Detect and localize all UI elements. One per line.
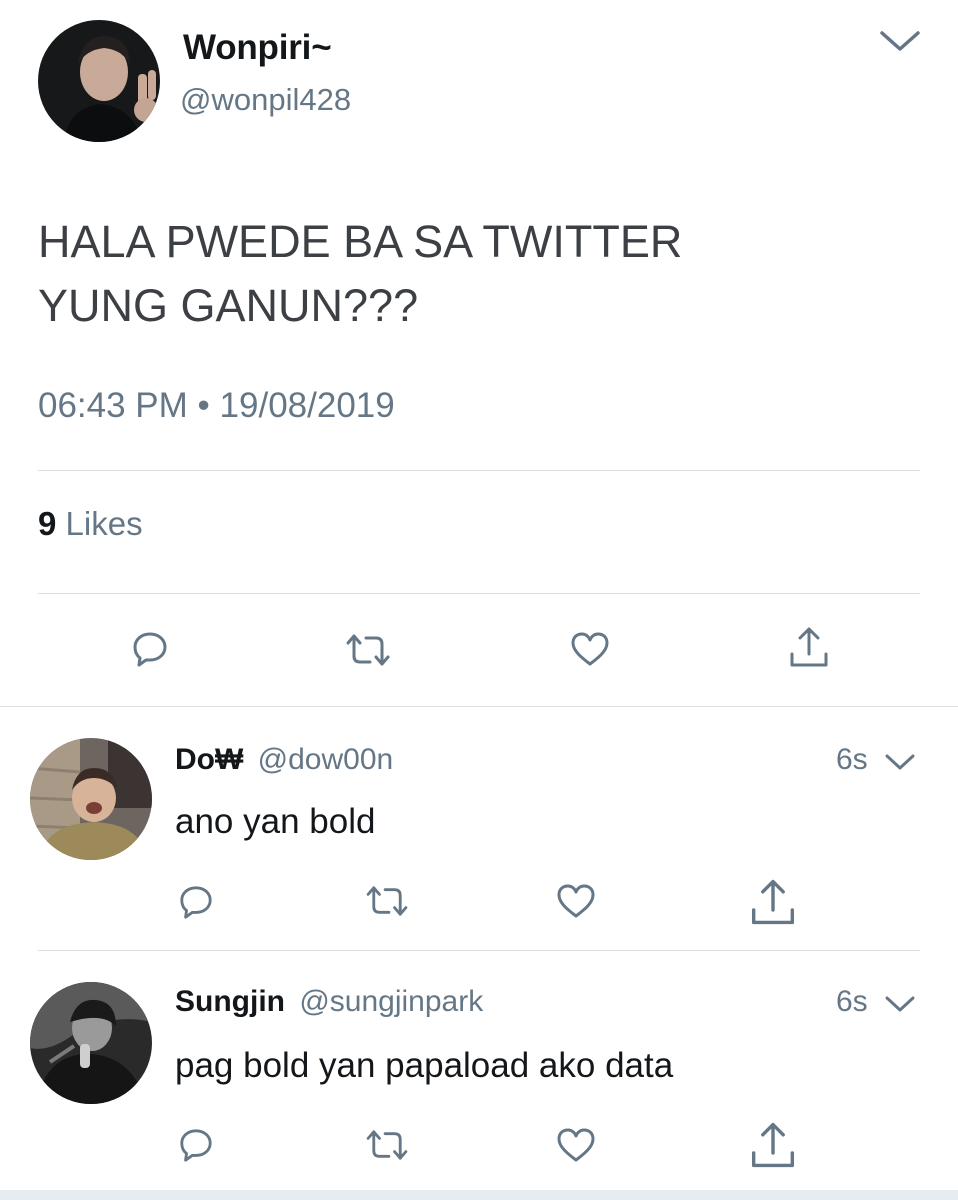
tweet-text: HALA PWEDE BA SA TWITTER YUNG GANUN??? [38,210,918,338]
reply-avatar[interactable] [30,982,152,1104]
retweet-icon[interactable] [364,1128,410,1162]
divider [38,950,920,951]
chevron-down-icon[interactable] [878,28,922,54]
author-name[interactable]: Wonpiri~ [183,28,332,68]
tweet-time: 06:43 PM [38,386,188,425]
author-handle[interactable]: @wonpil428 [180,82,351,118]
reply-time: 6s [836,743,868,776]
share-icon[interactable] [788,625,830,669]
likes-count: 9 [38,505,57,542]
reply-author-handle[interactable]: @dow00n [258,743,394,776]
like-icon[interactable] [556,1127,596,1163]
reply-avatar[interactable] [30,738,152,860]
tweet-date: 19/08/2019 [219,386,395,425]
timestamp-separator: • [197,386,210,425]
divider [38,593,920,594]
divider [0,706,958,707]
likes-label: Likes [65,505,143,542]
like-icon[interactable] [556,883,596,919]
chevron-down-icon[interactable] [884,994,916,1014]
reply-author-name[interactable]: Do₩ [175,743,243,776]
chevron-down-icon[interactable] [884,752,916,772]
tweet-text-line: HALA PWEDE BA SA TWITTER [38,216,683,267]
reply-icon[interactable] [178,1127,214,1163]
reply-text: pag bold yan papaload ako data [175,1046,674,1085]
reply-author-name[interactable]: Sungjin [175,985,285,1018]
reply-header: Do₩ @dow00n [175,743,393,777]
retweet-icon[interactable] [364,884,410,918]
reply-author-handle[interactable]: @sungjinpark [299,985,483,1018]
retweet-icon[interactable] [344,632,392,668]
reply-icon[interactable] [178,884,214,920]
share-icon[interactable] [747,877,799,927]
author-avatar[interactable] [38,20,160,142]
like-icon[interactable] [570,631,610,667]
tweet-text-line: YUNG GANUN??? [38,280,419,331]
divider [38,470,920,471]
likes-stat[interactable]: 9 Likes [38,505,143,543]
reply-text: ano yan bold [175,802,376,841]
share-icon[interactable] [747,1120,799,1170]
reply-header: Sungjin @sungjinpark [175,985,483,1019]
bottom-separator [0,1190,958,1200]
tweet-timestamp[interactable]: 06:43 PM • 19/08/2019 [38,386,395,426]
reply-icon[interactable] [131,630,169,668]
reply-time: 6s [836,985,868,1018]
